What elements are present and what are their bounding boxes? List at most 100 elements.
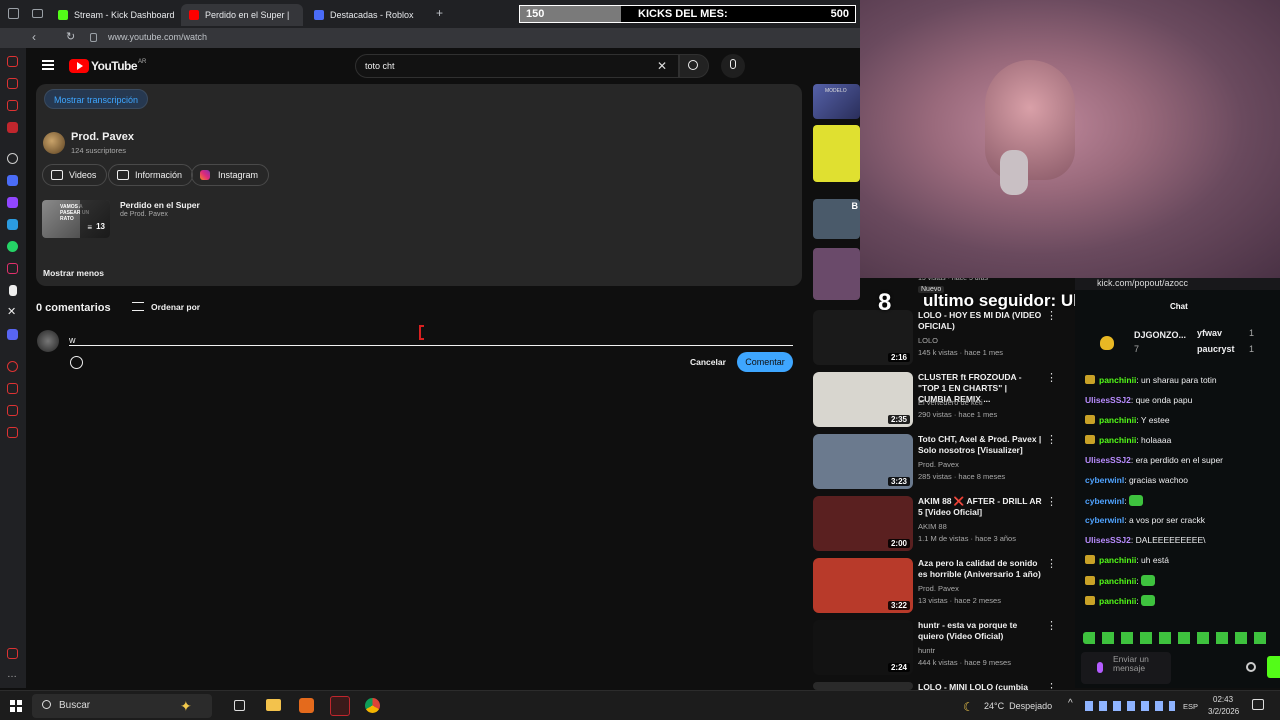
chat-username[interactable]: cyberwinl xyxy=(1085,515,1124,525)
related-video-title[interactable]: Aza pero la calidad de sonido es horribl… xyxy=(918,558,1043,580)
related-video-channel[interactable]: El vertedero de keti xyxy=(918,397,1048,408)
related-video-thumbnail[interactable]: 3:22 xyxy=(813,558,913,613)
related-video-channel[interactable]: Prod. Pavex xyxy=(918,459,1048,470)
more-icon[interactable]: … xyxy=(7,670,18,681)
twitch-icon[interactable] xyxy=(7,197,18,208)
top-gifter-2[interactable]: yfwav 1 xyxy=(1187,328,1277,340)
settings-icon[interactable] xyxy=(1246,662,1256,672)
video-menu-icon[interactable]: ⋮ xyxy=(1046,433,1057,446)
videos-chip[interactable]: Videos xyxy=(42,164,108,186)
sidebar-app-icon[interactable] xyxy=(7,175,18,186)
about-chip[interactable]: Información xyxy=(108,164,194,186)
related-video-title[interactable]: Toto CHT, Axel & Prod. Pavex | Solo noso… xyxy=(918,434,1043,456)
show-less-button[interactable]: Mostrar menos xyxy=(43,268,104,278)
playlist-title[interactable]: Perdido en el Super xyxy=(120,200,200,210)
clock-time[interactable]: 02:43 xyxy=(1213,695,1233,704)
video-menu-icon[interactable]: ⋮ xyxy=(1046,619,1057,632)
top-gifter-3[interactable]: paucryst 1 xyxy=(1187,344,1277,356)
taskbar-search[interactable]: Buscar ✦ xyxy=(32,694,212,718)
related-video-thumbnail[interactable]: 2:00 xyxy=(813,496,913,551)
search-input[interactable]: toto cht xyxy=(365,61,395,71)
notifications-icon[interactable] xyxy=(1252,699,1264,710)
sidebar-app-icon[interactable] xyxy=(7,427,18,438)
chat-username[interactable]: panchinii xyxy=(1099,415,1136,425)
related-video-channel[interactable]: LOLO xyxy=(918,335,1048,346)
search-box[interactable]: toto cht ✕ xyxy=(355,54,679,78)
send-button[interactable] xyxy=(1267,656,1280,678)
language-indicator[interactable]: ESP xyxy=(1183,702,1198,711)
related-video-thumbnail[interactable]: 2:35 xyxy=(813,372,913,427)
channel-name[interactable]: Prod. Pavex xyxy=(71,131,134,143)
tab-youtube-active[interactable]: Perdido en el Super | xyxy=(181,4,303,26)
chat-username[interactable]: cyberwinl xyxy=(1085,475,1124,485)
related-video-title[interactable]: LOLO - HOY ES MI DIA (VIDEO OFICIAL) xyxy=(918,310,1043,332)
sidebar-app-icon[interactable] xyxy=(7,56,18,67)
top-gifter-1[interactable]: DJGONZO... 7 xyxy=(1100,330,1190,358)
instagram-icon[interactable] xyxy=(7,263,18,274)
tray-icons[interactable] xyxy=(1085,701,1175,711)
chatgpt-icon[interactable] xyxy=(7,153,18,164)
related-video-channel[interactable]: Prod. Pavex xyxy=(918,583,1048,594)
sidebar-app-icon[interactable] xyxy=(7,78,18,89)
back-icon[interactable]: ‹ xyxy=(32,30,36,44)
app-icon[interactable] xyxy=(299,698,314,713)
youtube-logo[interactable]: YouTube AR xyxy=(69,59,146,73)
sidebar-app-icon[interactable] xyxy=(7,383,18,394)
chat-username[interactable]: UlisesSSJ2 xyxy=(1085,395,1131,405)
submit-comment-button[interactable]: Comentar xyxy=(737,352,793,372)
tab-list-icon[interactable] xyxy=(32,9,43,18)
file-explorer-icon[interactable] xyxy=(266,699,281,711)
tab-roblox[interactable]: Destacadas - Roblox xyxy=(306,4,431,26)
related-video-title[interactable]: AKIM 88 ❌ AFTER - DRILL AR 5 [Video Ofic… xyxy=(918,496,1043,518)
tray-chevron-icon[interactable]: ^ xyxy=(1068,698,1073,709)
video-menu-icon[interactable]: ⋮ xyxy=(1046,495,1057,508)
instagram-chip[interactable]: Instagram xyxy=(191,164,270,186)
sidebar-app-icon[interactable] xyxy=(7,648,18,659)
new-tab-button[interactable]: + xyxy=(436,6,443,20)
related-thumbnail-partial[interactable]: B xyxy=(813,199,860,239)
chat-username[interactable]: panchinii xyxy=(1099,555,1136,565)
show-transcript-button[interactable]: Mostrar transcripción xyxy=(44,89,148,109)
chat-username[interactable]: UlisesSSJ2 xyxy=(1085,535,1131,545)
channel-avatar[interactable] xyxy=(43,132,65,154)
related-video-thumbnail[interactable]: 2:24 xyxy=(813,620,913,675)
tiktok-icon[interactable] xyxy=(9,285,17,296)
app-icon-active[interactable] xyxy=(330,696,350,716)
related-video-thumbnail[interactable]: 3:23 xyxy=(813,434,913,489)
chat-username[interactable]: UlisesSSJ2 xyxy=(1085,455,1131,465)
chat-username[interactable]: panchinii xyxy=(1099,375,1136,385)
weather-text[interactable]: 24°C Despejado xyxy=(984,701,1052,711)
sidebar-app-icon[interactable] xyxy=(7,405,18,416)
chat-username[interactable]: cyberwinl xyxy=(1085,496,1124,506)
related-video-thumbnail[interactable]: 2:16 xyxy=(813,310,913,365)
tab-kick-dashboard[interactable]: Stream - Kick Dashboard xyxy=(50,4,178,26)
related-video-channel[interactable]: huntr xyxy=(918,645,1048,656)
url-field[interactable]: www.youtube.com/watch xyxy=(108,32,207,42)
site-info-icon[interactable] xyxy=(90,33,97,42)
chat-username[interactable]: panchinii xyxy=(1099,576,1136,586)
video-menu-icon[interactable]: ⋮ xyxy=(1046,371,1057,384)
windows-start-icon[interactable] xyxy=(10,700,22,712)
related-thumbnail-partial[interactable] xyxy=(813,125,860,182)
x-icon[interactable]: ✕ xyxy=(7,307,18,318)
video-menu-icon[interactable]: ⋮ xyxy=(1046,557,1057,570)
clock-date[interactable]: 3/2/2026 xyxy=(1208,707,1239,716)
menu-icon[interactable] xyxy=(42,60,54,70)
search-button[interactable] xyxy=(679,54,709,78)
emoji-icon[interactable] xyxy=(70,356,83,369)
playlist-thumbnail[interactable]: VAMOS A PASEAR UN RATO ≡ 13 xyxy=(42,200,110,238)
reload-icon[interactable]: ↻ xyxy=(66,30,75,43)
clear-search-icon[interactable]: ✕ xyxy=(657,59,667,73)
window-icon[interactable] xyxy=(8,8,19,19)
related-thumbnail-partial[interactable] xyxy=(813,248,860,300)
related-thumbnail-partial[interactable]: MODELO xyxy=(813,84,860,119)
sidebar-app-icon[interactable] xyxy=(7,361,18,372)
chat-username[interactable]: panchinii xyxy=(1099,435,1136,445)
related-video-channel[interactable]: AKIM 88 xyxy=(918,521,1048,532)
chrome-icon[interactable] xyxy=(365,698,380,713)
sidebar-app-icon[interactable] xyxy=(7,122,18,133)
sidebar-app-icon[interactable] xyxy=(7,100,18,111)
whatsapp-icon[interactable] xyxy=(7,241,18,252)
sidebar-app-icon[interactable] xyxy=(7,219,18,230)
comment-input[interactable]: w xyxy=(69,330,793,346)
